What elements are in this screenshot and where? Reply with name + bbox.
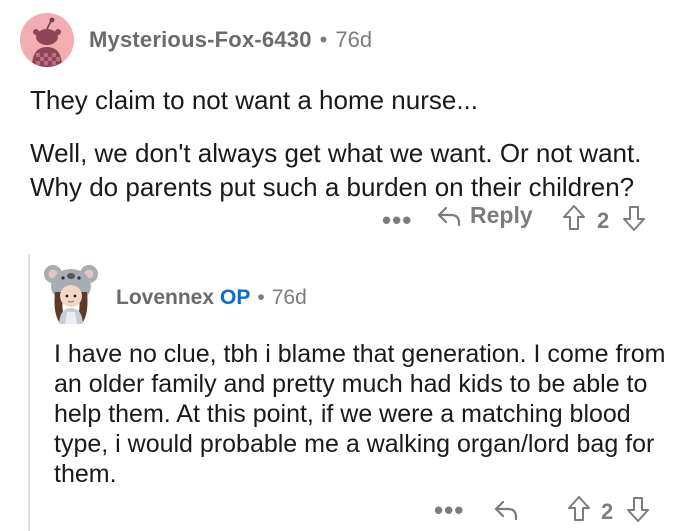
comment-age[interactable]: 76d bbox=[272, 286, 307, 309]
meta-separator: • bbox=[319, 27, 328, 52]
snoo-avatar-icon bbox=[20, 13, 74, 67]
op-badge: OP bbox=[220, 286, 251, 309]
avatar[interactable] bbox=[20, 13, 74, 67]
comment-actions: ••• Reply 2 bbox=[0, 198, 700, 242]
upvote-arrow-icon bbox=[563, 205, 585, 230]
comment-paragraph: Well, we don't always get what we want. … bbox=[30, 138, 642, 202]
reply-label: Reply bbox=[470, 202, 533, 228]
upvote-button[interactable] bbox=[567, 495, 591, 523]
reply-arrow-icon bbox=[437, 206, 461, 226]
downvote-button[interactable] bbox=[626, 495, 650, 523]
comment-meta: Lovennex OP • 76d bbox=[116, 286, 307, 310]
more-options-button[interactable]: ••• bbox=[382, 205, 412, 236]
downvote-button[interactable] bbox=[622, 204, 646, 232]
comment-meta: Mysterious-Fox-6430 • 76d bbox=[89, 27, 372, 53]
reply-button[interactable] bbox=[493, 498, 519, 522]
reply-arrow-icon bbox=[494, 500, 518, 521]
username[interactable]: Mysterious-Fox-6430 bbox=[89, 27, 312, 52]
comment-body: I have no clue, tbh i blame that generat… bbox=[54, 340, 666, 488]
vote-score: 2 bbox=[601, 499, 614, 524]
downvote-arrow-icon bbox=[623, 206, 645, 231]
vote-score: 2 bbox=[597, 208, 610, 233]
downvote-arrow-icon bbox=[627, 497, 649, 522]
more-options-button[interactable]: ••• bbox=[434, 495, 464, 526]
username[interactable]: Lovennex bbox=[116, 286, 214, 309]
upvote-button[interactable] bbox=[562, 204, 586, 232]
thread-line[interactable] bbox=[28, 254, 30, 531]
comment-actions: ••• 2 bbox=[0, 495, 700, 531]
comment-age[interactable]: 76d bbox=[335, 27, 372, 52]
upvote-arrow-icon bbox=[568, 496, 590, 521]
reply-button[interactable]: Reply bbox=[436, 202, 533, 229]
comment-paragraph: They claim to not want a home nurse... bbox=[30, 85, 478, 115]
koala-hood-avatar-icon bbox=[44, 265, 98, 324]
avatar[interactable] bbox=[43, 262, 101, 324]
meta-separator: • bbox=[257, 286, 265, 309]
